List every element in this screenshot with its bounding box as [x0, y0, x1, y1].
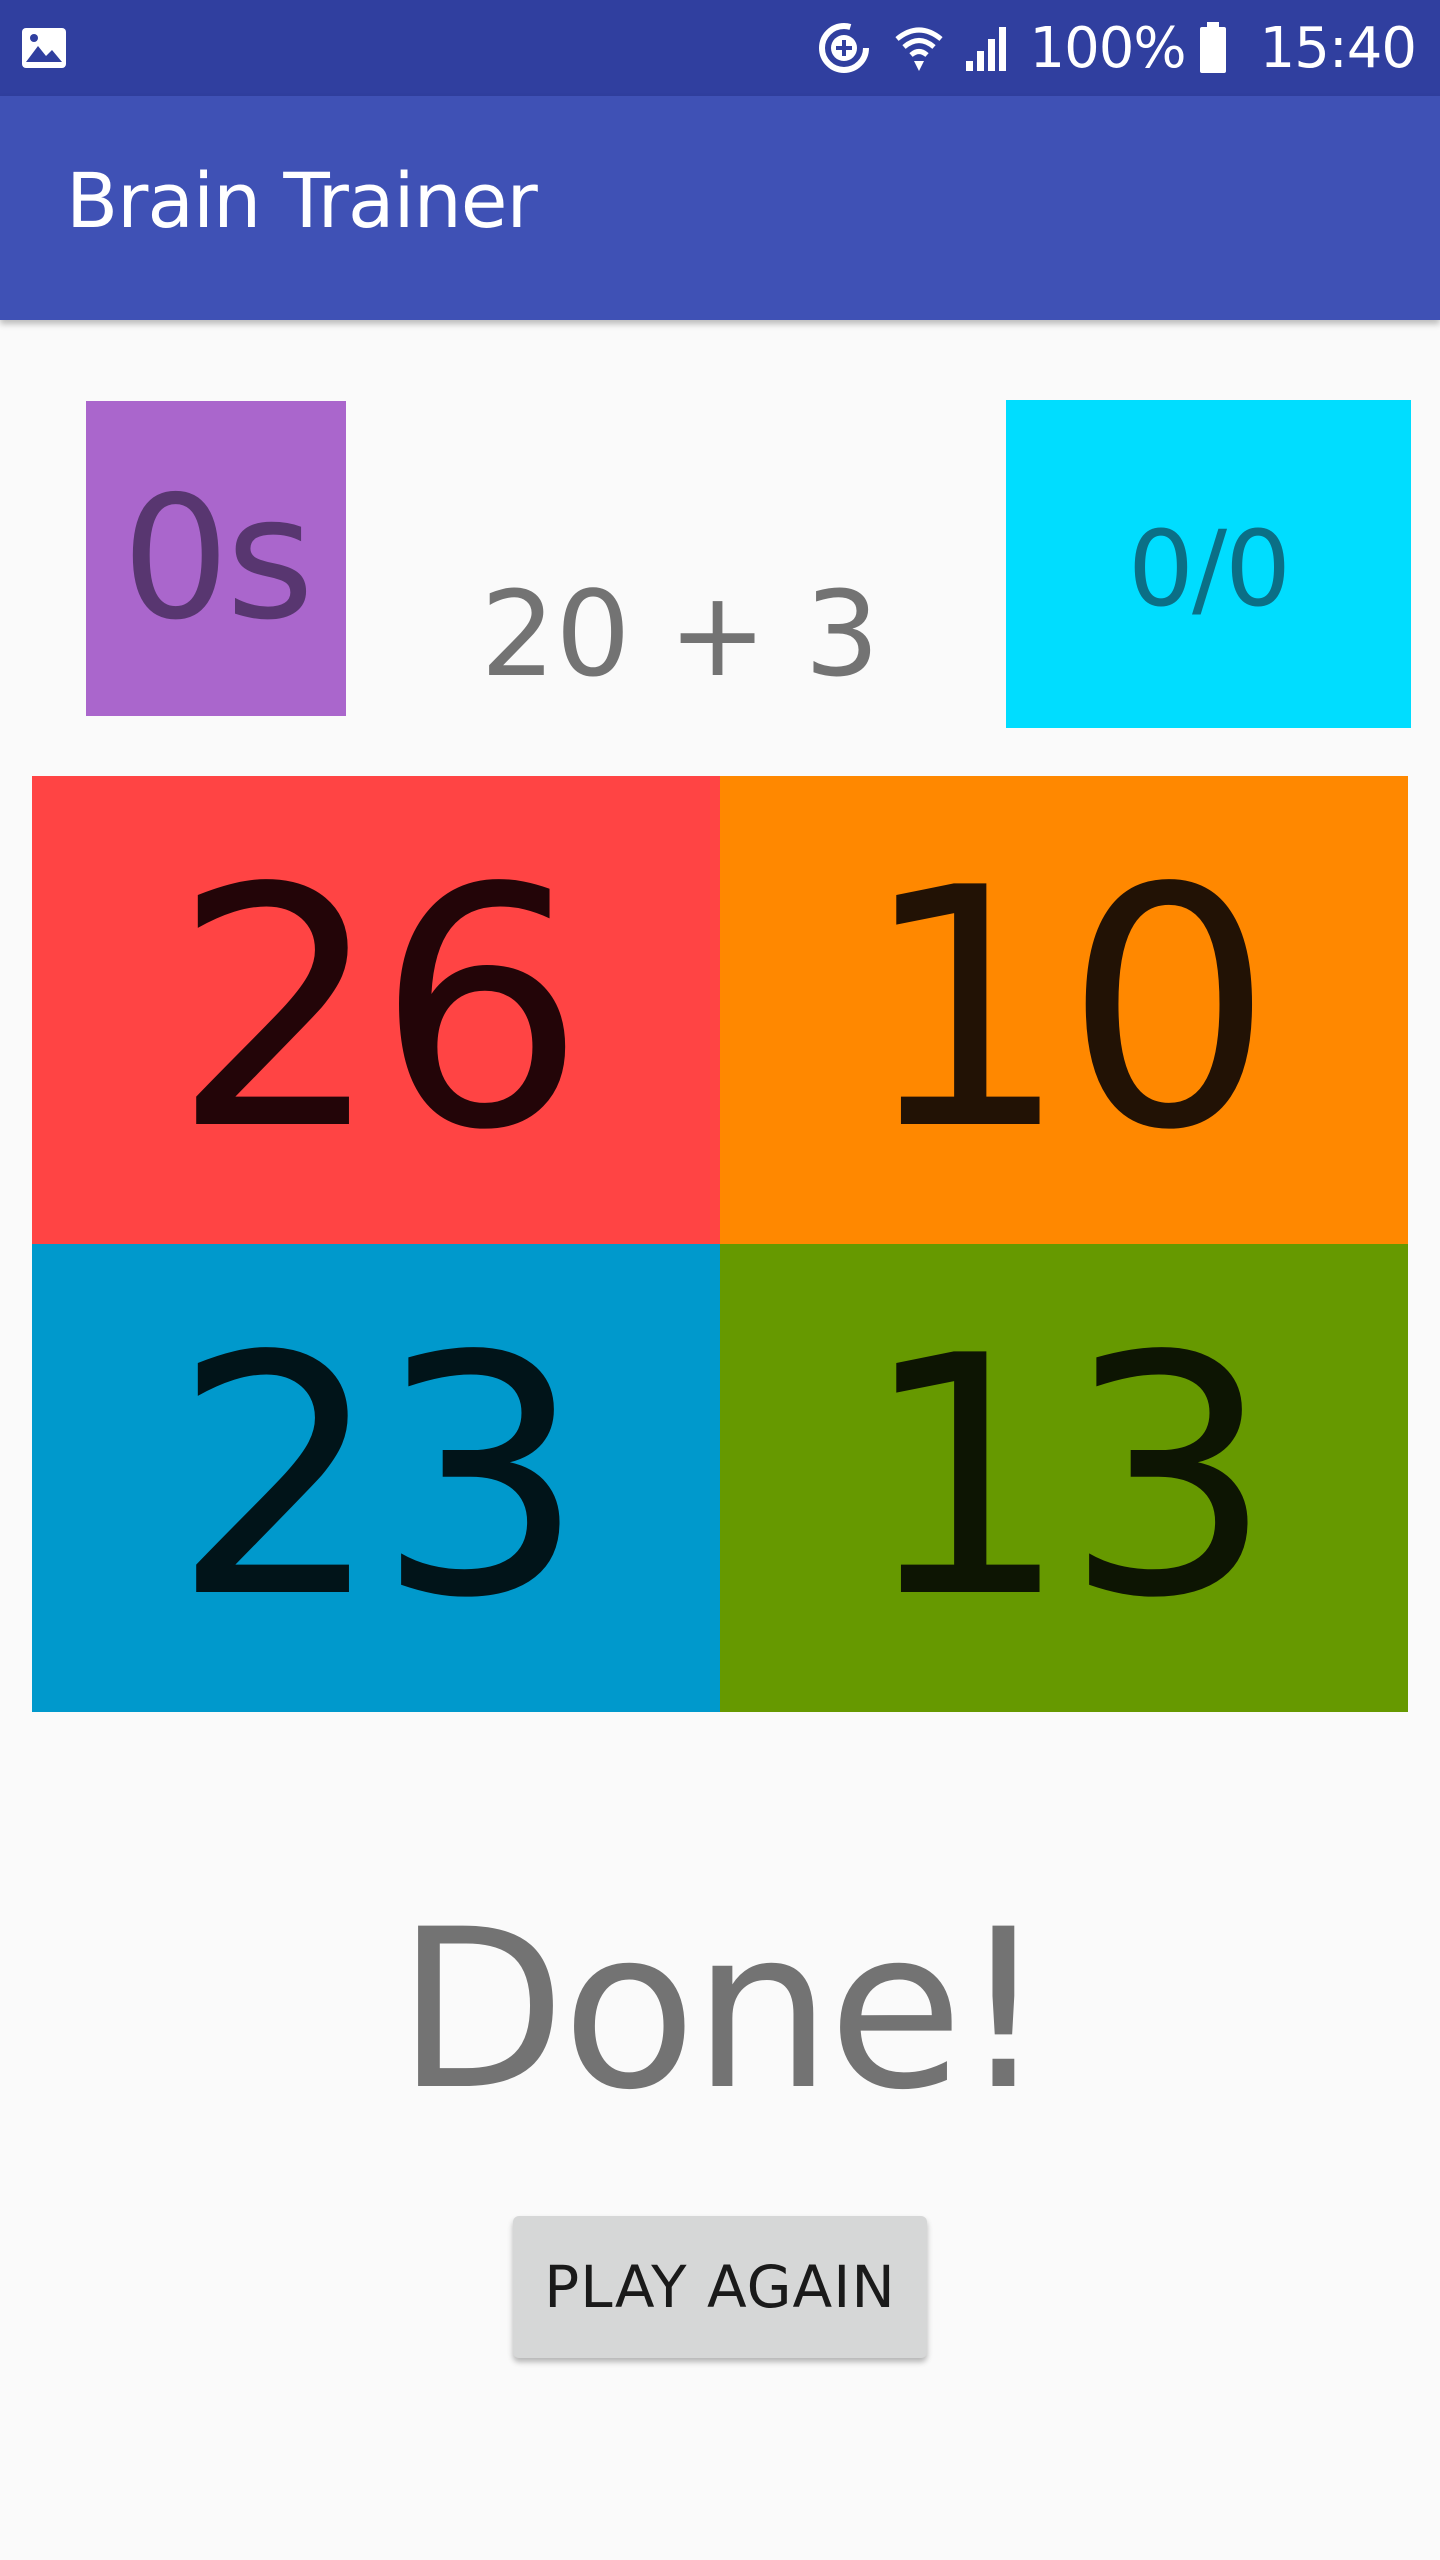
play-again-button[interactable]: PLAY AGAIN	[513, 2216, 927, 2358]
app-bar: Brain Trainer	[0, 96, 1440, 320]
sync-add-icon	[816, 18, 876, 78]
question-text: 20 + 3	[480, 565, 880, 703]
brain-trainer-screen: 100% 15:40 Brain Trainer 0s 20 + 3 0/0 2…	[0, 0, 1440, 2560]
status-icons: 100% 15:40	[816, 0, 1417, 96]
battery-icon	[1198, 22, 1228, 74]
result-text: Done!	[396, 1882, 1048, 2138]
timer-box: 0s	[86, 401, 346, 716]
answer-button-4[interactable]: 13	[720, 1244, 1408, 1712]
answer-button-1[interactable]: 26	[32, 776, 720, 1244]
signal-icon	[962, 23, 1012, 73]
score-box: 0/0	[1006, 400, 1411, 728]
answer-button-2[interactable]: 10	[720, 776, 1408, 1244]
battery-percent: 100%	[1029, 15, 1187, 81]
clock: 15:40	[1259, 15, 1417, 81]
gallery-icon	[20, 26, 68, 70]
app-title: Brain Trainer	[66, 156, 538, 245]
status-bar: 100% 15:40	[0, 0, 1440, 96]
timer-text: 0s	[121, 459, 315, 658]
answer-button-3[interactable]: 23	[32, 1244, 720, 1712]
score-text: 0/0	[1127, 508, 1291, 630]
wifi-icon	[894, 23, 944, 73]
